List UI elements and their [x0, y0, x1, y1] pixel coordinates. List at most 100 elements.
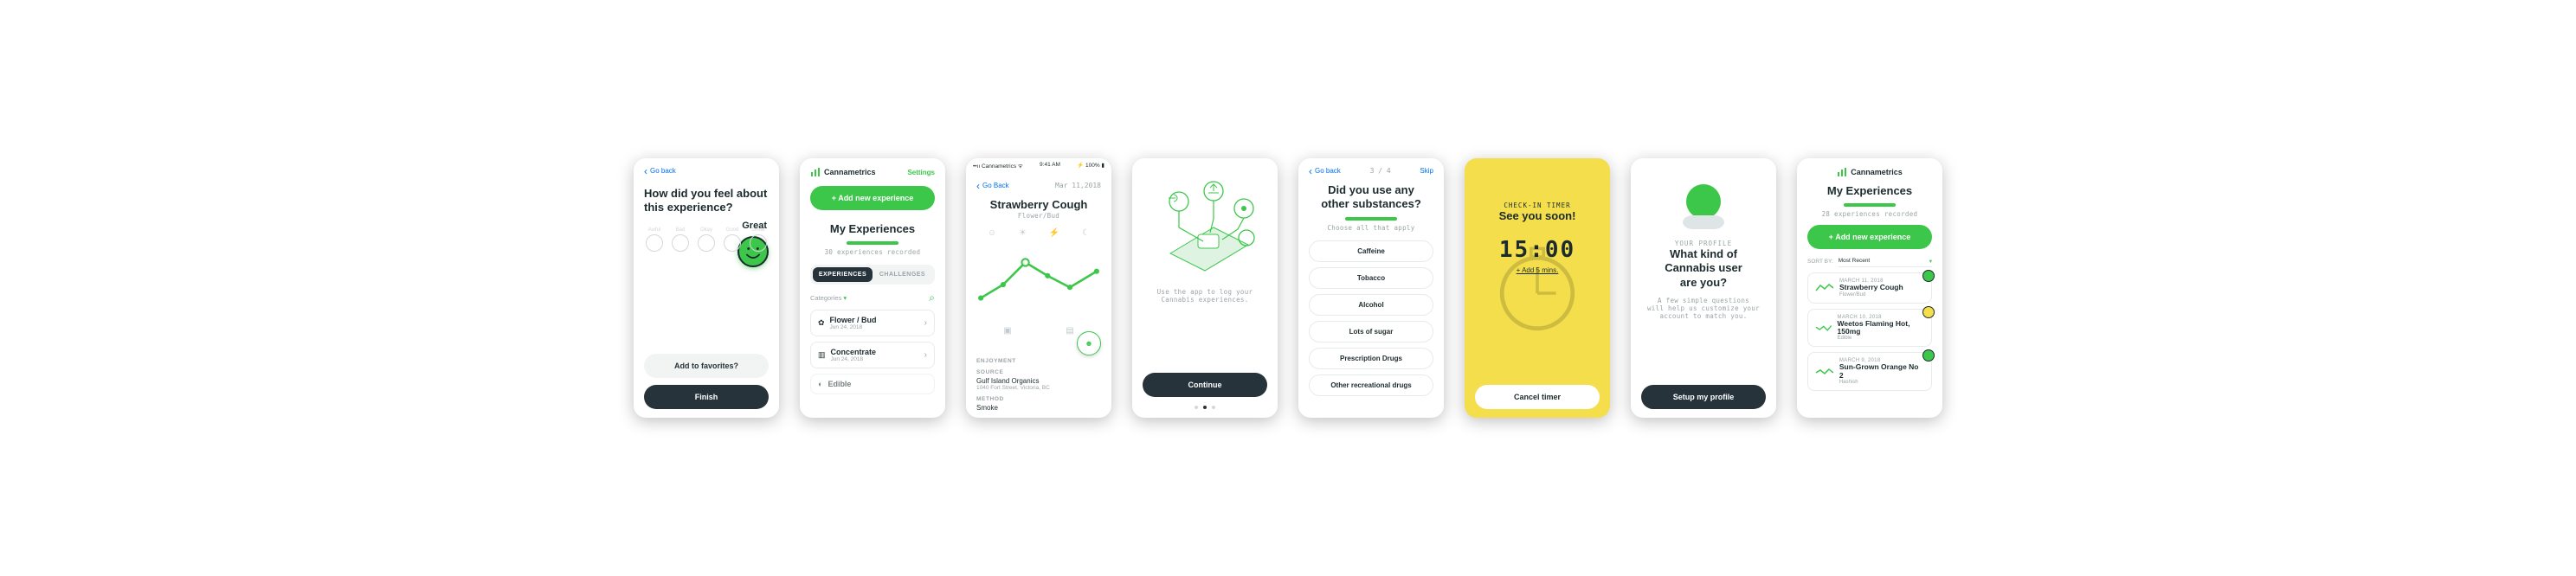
- status-bar: ••ıı Cannametrics ᯤ 9:41 AM ⚡ 100% ▮: [966, 158, 1111, 173]
- tab-challenges[interactable]: CHALLENGES: [873, 267, 932, 282]
- sort-label: SORT BY:: [1807, 259, 1833, 265]
- chevron-down-icon: ▾: [1929, 258, 1932, 265]
- tabs: EXPERIENCES CHALLENGES: [810, 265, 935, 285]
- chevron-right-icon: ›: [924, 318, 927, 328]
- categories-dropdown[interactable]: Categories ▾: [810, 294, 847, 302]
- status-time: 9:41 AM: [1040, 162, 1060, 170]
- feeling-question: How did you feel about this experience?: [644, 187, 769, 215]
- page-title: My Experiences: [1807, 184, 1932, 198]
- selected-rating-label: Great: [742, 221, 767, 231]
- experience-card[interactable]: MARCH 11, 2018 Strawberry Cough Flower/B…: [1807, 272, 1932, 303]
- logo-icon: [1837, 167, 1847, 177]
- rating-okay[interactable]: Okay: [698, 227, 715, 252]
- option-other[interactable]: Other recreational drugs: [1309, 374, 1433, 396]
- source-label: SOURCE: [976, 369, 1101, 375]
- enjoyment-label: ENJOYMENT: [976, 358, 1101, 364]
- experience-count: 28 experiences recorded: [1807, 210, 1932, 218]
- rating-bad[interactable]: Bad: [672, 227, 689, 252]
- option-prescription[interactable]: Prescription Drugs: [1309, 348, 1433, 369]
- screens-row: Go back How did you feel about this expe…: [634, 158, 1942, 418]
- timer-label: CHECK-IN TIMER: [1475, 202, 1600, 209]
- screen-profile-question: YOUR PROFILE What kind of Cannabis user …: [1631, 158, 1776, 418]
- category-card-edible[interactable]: ◐ Edible: [810, 374, 935, 394]
- category-card-concentrate[interactable]: ▥ ConcentrateJun 24, 2018 ›: [810, 342, 935, 368]
- mood-badge-icon: [1922, 349, 1935, 362]
- dot-active[interactable]: [1203, 406, 1207, 409]
- experience-count: 30 experiences recorded: [810, 248, 935, 256]
- option-alcohol[interactable]: Alcohol: [1309, 294, 1433, 316]
- help-text: Choose all that apply: [1309, 224, 1433, 232]
- profile-section-label: YOUR PROFILE: [1641, 240, 1766, 247]
- strain-type: Flower/Bud: [966, 212, 1111, 220]
- tv-icon: ▣: [1003, 326, 1011, 336]
- page-dots: [1143, 406, 1267, 409]
- page-title: My Experiences: [810, 222, 935, 236]
- skip-link[interactable]: Skip: [1420, 167, 1433, 175]
- onboarding-copy: Use the app to log your Cannabis experie…: [1143, 288, 1267, 304]
- screen-strain-detail: ••ıı Cannametrics ᯤ 9:41 AM ⚡ 100% ▮ Go …: [966, 158, 1111, 418]
- screen-onboarding: Use the app to log your Cannabis experie…: [1132, 158, 1278, 418]
- screen-experiences-categories: Cannametrics Settings + Add new experien…: [800, 158, 945, 418]
- option-sugar[interactable]: Lots of sugar: [1309, 321, 1433, 342]
- cancel-timer-button[interactable]: Cancel timer: [1475, 385, 1600, 409]
- option-caffeine[interactable]: Caffeine: [1309, 240, 1433, 262]
- onboarding-illustration: [1143, 167, 1267, 288]
- profile-question: What kind of Cannabis user are you?: [1641, 247, 1766, 290]
- moon-icon: ☾: [1082, 228, 1090, 238]
- dot[interactable]: [1212, 406, 1215, 409]
- concentrate-icon: ▥: [818, 350, 826, 360]
- add-favorites-button[interactable]: Add to favorites?: [644, 354, 769, 378]
- experience-card[interactable]: MARCH 9, 2018 Sun-Grown Orange No 2 Hash…: [1807, 352, 1932, 391]
- enjoyment-face-icon: ☻: [1077, 331, 1101, 355]
- experience-card[interactable]: MARCH 10, 2018 Weetos Flaming Hot, 150mg…: [1807, 309, 1932, 348]
- screen-timer: CHECK-IN TIMER See you soon! 15:00 + Add…: [1465, 158, 1610, 418]
- profile-copy: A few simple questions will help us cust…: [1641, 297, 1766, 320]
- tab-experiences[interactable]: EXPERIENCES: [813, 267, 873, 282]
- stopwatch-icon: [1485, 236, 1589, 340]
- setup-profile-button[interactable]: Setup my profile: [1641, 385, 1766, 409]
- sun-icon: ☀: [1019, 228, 1027, 238]
- step-progress: 3 / 4: [1370, 167, 1391, 175]
- go-back-link[interactable]: Go back: [644, 167, 769, 175]
- screen-experiences-list: Cannametrics My Experiences 28 experienc…: [1797, 158, 1942, 418]
- screen-substances: Go back 3 / 4 Skip Did you use any other…: [1298, 158, 1444, 418]
- method-value: Smoke: [976, 404, 1101, 412]
- zap-icon: ⚡: [1049, 228, 1059, 238]
- status-carrier: ••ıı Cannametrics ᯤ: [973, 162, 1023, 170]
- status-battery: ⚡ 100% ▮: [1077, 162, 1104, 170]
- effect-icons-row: ☺ ☀ ⚡ ☾: [976, 228, 1101, 238]
- go-back-link[interactable]: Go Back: [976, 182, 1009, 189]
- continue-button[interactable]: Continue: [1143, 373, 1267, 397]
- sort-dropdown[interactable]: Most Recent ▾: [1839, 256, 1932, 267]
- enjoyment-chart: [976, 241, 1101, 319]
- chevron-right-icon: ›: [924, 350, 927, 360]
- add-experience-button[interactable]: + Add new experience: [810, 186, 935, 210]
- search-icon[interactable]: ⌕: [929, 291, 935, 304]
- avatar-icon: [1686, 184, 1721, 219]
- option-tobacco[interactable]: Tobacco: [1309, 267, 1433, 289]
- settings-link[interactable]: Settings: [907, 169, 935, 176]
- chevron-down-icon: ▾: [843, 294, 847, 302]
- title-underline-icon: [847, 241, 898, 245]
- mood-icon: ☺: [988, 228, 996, 238]
- sparkline-icon: [1815, 366, 1834, 378]
- brand-name: Cannametrics: [824, 168, 876, 176]
- edible-icon: ◐: [818, 380, 822, 388]
- source-name: Gulf Island Organics: [976, 377, 1101, 385]
- category-card-flower[interactable]: ✿ Flower / BudJun 24, 2018 ›: [810, 310, 935, 336]
- add-experience-button[interactable]: + Add new experience: [1807, 225, 1932, 249]
- mood-badge-icon: [1922, 306, 1935, 318]
- go-back-link[interactable]: Go back: [1309, 167, 1341, 175]
- rating-awful[interactable]: Awful: [646, 227, 663, 252]
- method-label: METHOD: [976, 396, 1101, 402]
- substances-question: Did you use any other substances?: [1309, 183, 1433, 212]
- title-underline-icon: [1345, 217, 1397, 221]
- dot[interactable]: [1195, 406, 1198, 409]
- sparkline-icon: [1815, 282, 1834, 294]
- record-date: Mar 11,2018: [1055, 182, 1101, 189]
- title-underline-icon: [1844, 203, 1896, 207]
- sparkline-icon: [1815, 323, 1832, 333]
- rating-good[interactable]: Good: [724, 227, 741, 252]
- brand-name: Cannametrics: [1851, 168, 1903, 176]
- finish-button[interactable]: Finish: [644, 385, 769, 409]
